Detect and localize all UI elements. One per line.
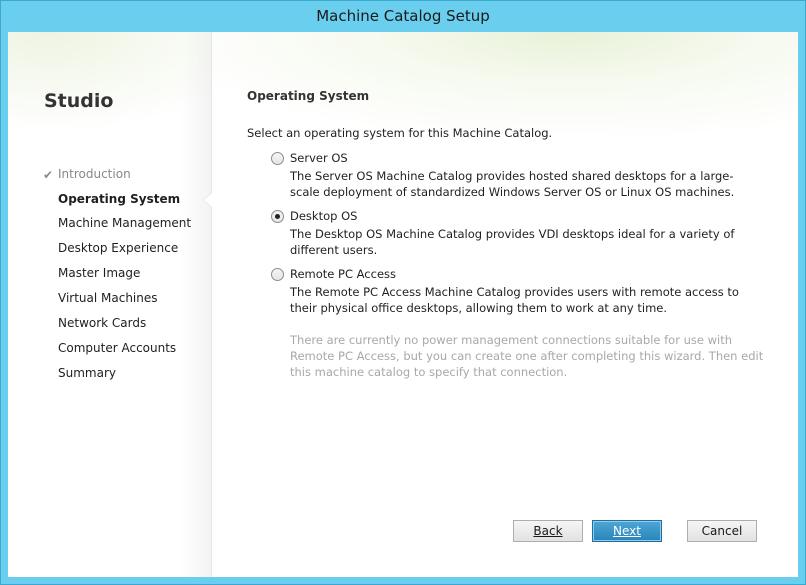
desktop-os-radio[interactable] [271,210,284,223]
step-label: Master Image [58,266,141,280]
step-label: Desktop Experience [58,241,179,255]
step-label: Virtual Machines [58,291,158,305]
wizard-window: Machine Catalog Setup Studio ✔ Introduct… [0,0,806,585]
back-button-label: Back [533,524,563,538]
step-computer-accounts: Computer Accounts [58,341,176,355]
remote-pc-access-radio[interactable] [271,268,284,281]
step-master-image: Master Image [58,266,140,280]
studio-brand: Studio [44,90,114,112]
step-label: Machine Management [58,216,192,230]
option-description: The Remote PC Access Machine Catalog pro… [290,285,739,315]
cancel-button[interactable]: Cancel [687,520,757,542]
step-operating-system[interactable]: Operating System [58,192,180,206]
step-network-cards: Network Cards [58,316,146,330]
step-label: Operating System [58,192,181,206]
option-description: The Server OS Machine Catalog provides h… [290,169,735,199]
remote-pc-note: There are currently no power management … [290,333,764,379]
step-desktop-experience: Desktop Experience [58,241,178,255]
step-label: Introduction [58,167,131,181]
instruction-text: Select an operating system for this Mach… [247,126,553,140]
page-title: Operating System [247,89,370,103]
back-button[interactable]: Back [513,520,583,542]
option-description: The Desktop OS Machine Catalog provides … [290,227,735,257]
next-button-label: Next [613,524,641,538]
next-button[interactable]: Next [592,520,662,542]
step-label: Computer Accounts [58,341,177,355]
wizard-main-panel: Operating System Select an operating sys… [247,32,787,577]
step-summary: Summary [58,366,116,380]
wizard-sidebar: Studio ✔ Introduction Operating System M… [8,32,212,577]
step-label: Summary [58,366,116,380]
window-title: Machine Catalog Setup [316,7,490,25]
option-label[interactable]: Remote PC Access [290,267,396,281]
step-label: Network Cards [58,316,147,330]
server-os-radio[interactable] [271,152,284,165]
step-virtual-machines: Virtual Machines [58,291,158,305]
sidebar-gradient [8,32,211,142]
option-label[interactable]: Desktop OS [290,209,357,223]
checkmark-icon: ✔ [43,168,54,182]
option-label[interactable]: Server OS [290,151,348,165]
step-machine-management: Machine Management [58,216,191,230]
active-step-pointer [204,193,212,207]
step-introduction[interactable]: ✔ Introduction [43,167,131,182]
wizard-client-area: Studio ✔ Introduction Operating System M… [8,32,798,577]
